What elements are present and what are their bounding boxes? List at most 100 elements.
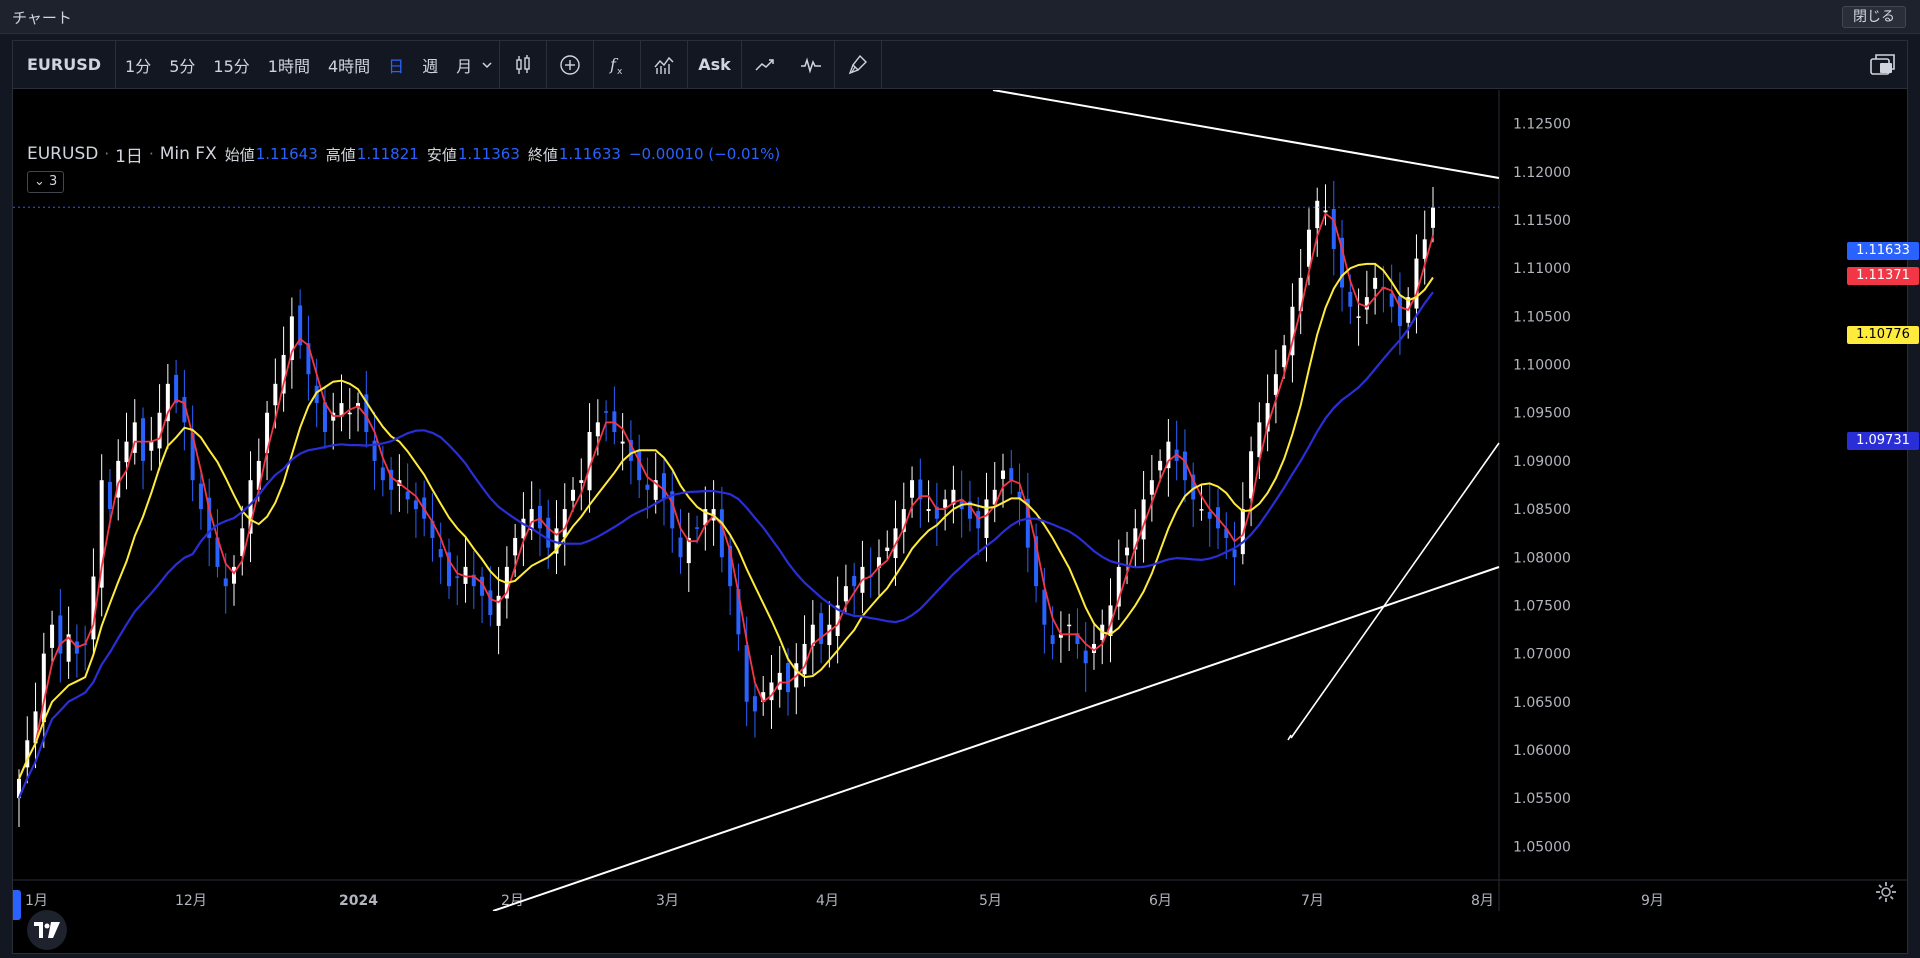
pulse-icon xyxy=(800,56,821,74)
interval-1mo[interactable]: 月 xyxy=(447,41,481,89)
brush-button[interactable] xyxy=(835,41,881,89)
candle-body xyxy=(380,467,385,481)
window-titlebar: チャート 閉じる xyxy=(0,0,1920,34)
candle-body xyxy=(943,499,948,508)
indicator-count: 3 xyxy=(49,174,58,189)
candle-body xyxy=(843,586,848,602)
candle-body xyxy=(752,696,757,712)
ma-mid-price-label: 1.10776 xyxy=(1847,326,1919,344)
candle-body xyxy=(1067,624,1072,627)
candle-body xyxy=(273,383,278,406)
pulse-button[interactable] xyxy=(788,41,834,89)
candle-body xyxy=(1348,291,1353,307)
tradingview-logo-icon xyxy=(34,922,60,938)
candle-body xyxy=(455,576,460,578)
tradingview-logo[interactable] xyxy=(27,910,67,950)
candle-body xyxy=(174,374,179,404)
candle-body xyxy=(827,624,832,646)
candle-body xyxy=(50,624,55,648)
candle-body xyxy=(744,645,749,702)
interval-5m[interactable]: 5分 xyxy=(160,41,204,89)
layout-icon xyxy=(1870,54,1895,75)
gear-icon xyxy=(1876,882,1896,902)
interval-1w[interactable]: 週 xyxy=(413,41,447,89)
legend-high-value: 1.11821 xyxy=(356,145,419,163)
candle-body xyxy=(521,518,526,539)
ask-button[interactable]: Ask xyxy=(688,41,741,89)
candle-body xyxy=(1315,200,1320,229)
templates-button[interactable] xyxy=(641,41,687,89)
chart-settings-button[interactable] xyxy=(1875,881,1897,907)
indicators-toggle[interactable]: ⌄ 3 xyxy=(27,171,65,193)
legend-change: −0.00010 (−0.01%) xyxy=(628,145,781,163)
window-title: チャート xyxy=(12,9,72,27)
candle-body xyxy=(1249,451,1254,499)
price-tick-label: 1.11000 xyxy=(1513,261,1571,277)
candle-body xyxy=(678,537,683,558)
time-tick-label: 3月 xyxy=(656,893,679,909)
candle-body xyxy=(1414,258,1419,309)
candle-body xyxy=(1431,207,1435,228)
candle-body xyxy=(620,441,625,444)
indicators-button[interactable]: fx xyxy=(594,41,640,89)
templates-icon xyxy=(654,56,674,74)
candle-body xyxy=(852,575,857,587)
add-compare-button[interactable] xyxy=(547,41,593,89)
price-chart[interactable]: 1.12500 1.12000 1.11500 1.11000 1.10500 1.100… xyxy=(13,90,1907,911)
interval-dropdown[interactable] xyxy=(481,41,499,89)
chart-area[interactable]: 1.12500 1.12000 1.11500 1.11000 1.10500 1.100… xyxy=(13,90,1919,950)
last-price-label: 1.11633 xyxy=(1847,242,1919,260)
interval-1m[interactable]: 1分 xyxy=(116,41,160,89)
legend-dot: · xyxy=(104,145,110,163)
trend-button[interactable] xyxy=(742,41,788,89)
candle-body xyxy=(984,499,989,538)
interval-15m[interactable]: 15分 xyxy=(204,41,258,89)
interval-1h[interactable]: 1時間 xyxy=(259,41,319,89)
interval-1d[interactable]: 日 xyxy=(379,41,413,89)
time-tick-label: 9月 xyxy=(1641,893,1664,909)
close-button[interactable]: 閉じる xyxy=(1842,6,1906,28)
legend-close-label: 終値 xyxy=(527,145,558,164)
candle-body xyxy=(777,672,782,690)
candle-body xyxy=(1397,296,1402,327)
candle-body xyxy=(1158,460,1163,471)
legend-open-label: 始値 xyxy=(224,145,255,164)
candle-body xyxy=(571,489,576,501)
legend-source: Min FX xyxy=(159,144,217,164)
candle-body xyxy=(347,412,352,415)
candle-body xyxy=(1273,374,1278,395)
symbol-button[interactable]: EURUSD xyxy=(13,41,115,89)
candle-style-button[interactable] xyxy=(500,41,546,89)
candle-body xyxy=(1050,635,1055,644)
price-tick-label: 1.07500 xyxy=(1513,598,1571,614)
candle-body xyxy=(661,473,666,500)
candle-body xyxy=(149,441,154,451)
candle-body xyxy=(124,441,129,463)
candle-body xyxy=(231,566,236,584)
time-tick-label: 8月 xyxy=(1471,893,1494,909)
layout-button[interactable] xyxy=(1865,47,1901,83)
price-tick-label: 1.07000 xyxy=(1513,647,1571,663)
price-tick-label: 1.09500 xyxy=(1513,406,1571,422)
candle-body xyxy=(1001,470,1006,479)
candle-body xyxy=(413,500,418,510)
candle-body xyxy=(537,505,542,529)
candle-body xyxy=(1389,293,1394,307)
candle-body xyxy=(198,483,203,510)
interval-4h[interactable]: 4時間 xyxy=(319,41,379,89)
candle-body xyxy=(107,481,112,510)
candle-body xyxy=(405,491,410,500)
indicators-icon: fx xyxy=(609,55,623,77)
candle-body xyxy=(1009,468,1014,481)
legend-high-label: 高値 xyxy=(325,145,356,164)
left-panel-handle[interactable] xyxy=(13,890,21,920)
time-tick-label: 1月 xyxy=(25,893,48,909)
price-tick-label: 1.12500 xyxy=(1513,117,1571,133)
candle-body xyxy=(1323,210,1328,213)
candle-body xyxy=(1331,209,1336,249)
candle-body xyxy=(1232,549,1237,558)
price-tick-label: 1.10000 xyxy=(1513,358,1571,374)
ma-slow-price-label: 1.09731 xyxy=(1847,432,1919,450)
candle-body xyxy=(695,527,700,529)
chart-legend: EURUSD · 1日 · Min FX 始値 1.11643 高値 1.118… xyxy=(27,142,781,167)
